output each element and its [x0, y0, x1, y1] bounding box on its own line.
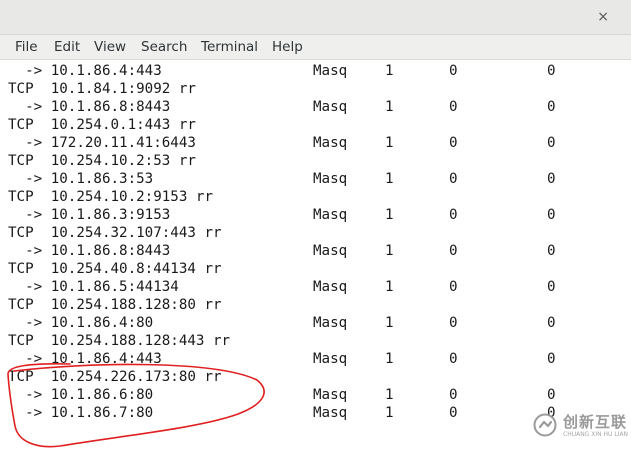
real-server-active: 0 [449, 315, 458, 331]
real-server-line: -> 10.1.86.4:443 Masq 1 0 0 [0, 62, 631, 80]
virtual-service-line: TCP 10.254.10.2:9153 rr [0, 188, 631, 206]
service-text: TCP 10.254.10.2:53 rr [8, 153, 196, 169]
real-server-address: -> 10.1.86.6:80 [8, 387, 154, 403]
service-text: TCP 10.254.32.107:443 rr [8, 225, 222, 241]
real-server-active: 0 [449, 63, 458, 79]
real-server-inactive: 0 [547, 279, 556, 295]
virtual-service-line: TCP 10.1.84.1:9092 rr [0, 80, 631, 98]
real-server-weight: 1 [385, 63, 394, 79]
real-server-weight: 1 [385, 351, 394, 367]
real-server-address: -> 10.1.86.4:443 [8, 63, 162, 79]
real-server-inactive: 0 [547, 171, 556, 187]
service-text: TCP 10.1.84.1:9092 rr [8, 81, 196, 97]
watermark-subtitle: CHUANG XIN HU LIAN [563, 431, 629, 438]
real-server-active: 0 [449, 405, 458, 421]
service-text: TCP 10.254.0.1:443 rr [8, 117, 196, 133]
real-server-forward: Masq [313, 315, 348, 331]
virtual-service-line: TCP 10.254.10.2:53 rr [0, 152, 631, 170]
real-server-active: 0 [449, 171, 458, 187]
real-server-weight: 1 [385, 405, 394, 421]
real-server-weight: 1 [385, 315, 394, 331]
real-server-forward: Masq [313, 387, 348, 403]
watermark-logo: 创新互联 CHUANG XIN HU LIAN [533, 412, 629, 442]
real-server-inactive: 0 [547, 315, 556, 331]
real-server-address: -> 10.1.86.7:80 [8, 405, 154, 421]
real-server-forward: Masq [313, 279, 348, 295]
real-server-address: -> 10.1.86.8:8443 [8, 243, 171, 259]
virtual-service-line: TCP 10.254.188.128:80 rr [0, 296, 631, 314]
real-server-line: -> 172.20.11.41:6443 Masq 1 0 0 [0, 134, 631, 152]
watermark-brand-text: 创新互联 [563, 413, 628, 431]
real-server-address: -> 172.20.11.41:6443 [8, 135, 196, 151]
brand-logo-icon [533, 413, 557, 437]
menu-view[interactable]: View [94, 38, 126, 56]
real-server-address: -> 10.1.86.8:8443 [8, 99, 171, 115]
real-server-address: -> 10.1.86.3:9153 [8, 207, 171, 223]
menu-file[interactable]: File [15, 38, 38, 56]
virtual-service-line: TCP 10.254.188.128:443 rr [0, 332, 631, 350]
real-server-inactive: 0 [547, 99, 556, 115]
real-server-weight: 1 [385, 387, 394, 403]
real-server-active: 0 [449, 99, 458, 115]
close-window-icon[interactable]: × [597, 8, 609, 26]
real-server-forward: Masq [313, 171, 348, 187]
virtual-service-line: TCP 10.254.32.107:443 rr [0, 224, 631, 242]
menu-terminal[interactable]: Terminal [201, 38, 258, 56]
real-server-active: 0 [449, 387, 458, 403]
real-server-inactive: 0 [547, 351, 556, 367]
real-server-line: -> 10.1.86.4:80 Masq 1 0 0 [0, 314, 631, 332]
real-server-weight: 1 [385, 171, 394, 187]
real-server-weight: 1 [385, 207, 394, 223]
real-server-forward: Masq [313, 207, 348, 223]
real-server-forward: Masq [313, 99, 348, 115]
real-server-line: -> 10.1.86.3:9153 Masq 1 0 0 [0, 206, 631, 224]
real-server-active: 0 [449, 243, 458, 259]
real-server-weight: 1 [385, 135, 394, 151]
real-server-inactive: 0 [547, 387, 556, 403]
real-server-forward: Masq [313, 351, 348, 367]
real-server-address: -> 10.1.86.4:80 [8, 315, 154, 331]
real-server-weight: 1 [385, 243, 394, 259]
real-server-inactive: 0 [547, 207, 556, 223]
real-server-active: 0 [449, 279, 458, 295]
real-server-address: -> 10.1.86.3:53 [8, 171, 154, 187]
real-server-line: -> 10.1.86.5:44134 Masq 1 0 0 [0, 278, 631, 296]
real-server-forward: Masq [313, 135, 348, 151]
menu-bar: File Edit View Search Terminal Help [0, 35, 631, 60]
service-text: TCP 10.254.40.8:44134 rr [8, 261, 222, 277]
real-server-line: -> 10.1.86.8:8443 Masq 1 0 0 [0, 242, 631, 260]
real-server-active: 0 [449, 207, 458, 223]
real-server-inactive: 0 [547, 135, 556, 151]
service-text: TCP 10.254.188.128:443 rr [8, 333, 231, 349]
virtual-service-line: TCP 10.254.0.1:443 rr [0, 116, 631, 134]
real-server-active: 0 [449, 135, 458, 151]
real-server-address: -> 10.1.86.4:443 [8, 351, 162, 367]
terminal-output[interactable]: -> 10.1.86.4:443 Masq 1 0 0 TCP 10.1.84.1:909… [0, 60, 631, 451]
menu-search[interactable]: Search [141, 38, 187, 56]
real-server-weight: 1 [385, 279, 394, 295]
real-server-inactive: 0 [547, 243, 556, 259]
real-server-forward: Masq [313, 405, 348, 421]
real-server-inactive: 0 [547, 63, 556, 79]
real-server-line: -> 10.1.86.4:443 Masq 1 0 0 [0, 350, 631, 368]
real-server-forward: Masq [313, 63, 348, 79]
virtual-service-line: TCP 10.254.226.173:80 rr [0, 368, 631, 386]
virtual-service-line: TCP 10.254.40.8:44134 rr [0, 260, 631, 278]
menu-help[interactable]: Help [272, 38, 303, 56]
service-text: TCP 10.254.226.173:80 rr [8, 369, 222, 385]
real-server-weight: 1 [385, 99, 394, 115]
real-server-line: -> 10.1.86.6:80 Masq 1 0 0 [0, 386, 631, 404]
real-server-line: -> 10.1.86.3:53 Masq 1 0 0 [0, 170, 631, 188]
service-text: TCP 10.254.188.128:80 rr [8, 297, 222, 313]
real-server-line: -> 10.1.86.8:8443 Masq 1 0 0 [0, 98, 631, 116]
real-server-forward: Masq [313, 243, 348, 259]
real-server-address: -> 10.1.86.5:44134 [8, 279, 179, 295]
window-titlebar: × [0, 0, 631, 35]
menu-edit[interactable]: Edit [54, 38, 80, 56]
service-text: TCP 10.254.10.2:9153 rr [8, 189, 213, 205]
real-server-active: 0 [449, 351, 458, 367]
